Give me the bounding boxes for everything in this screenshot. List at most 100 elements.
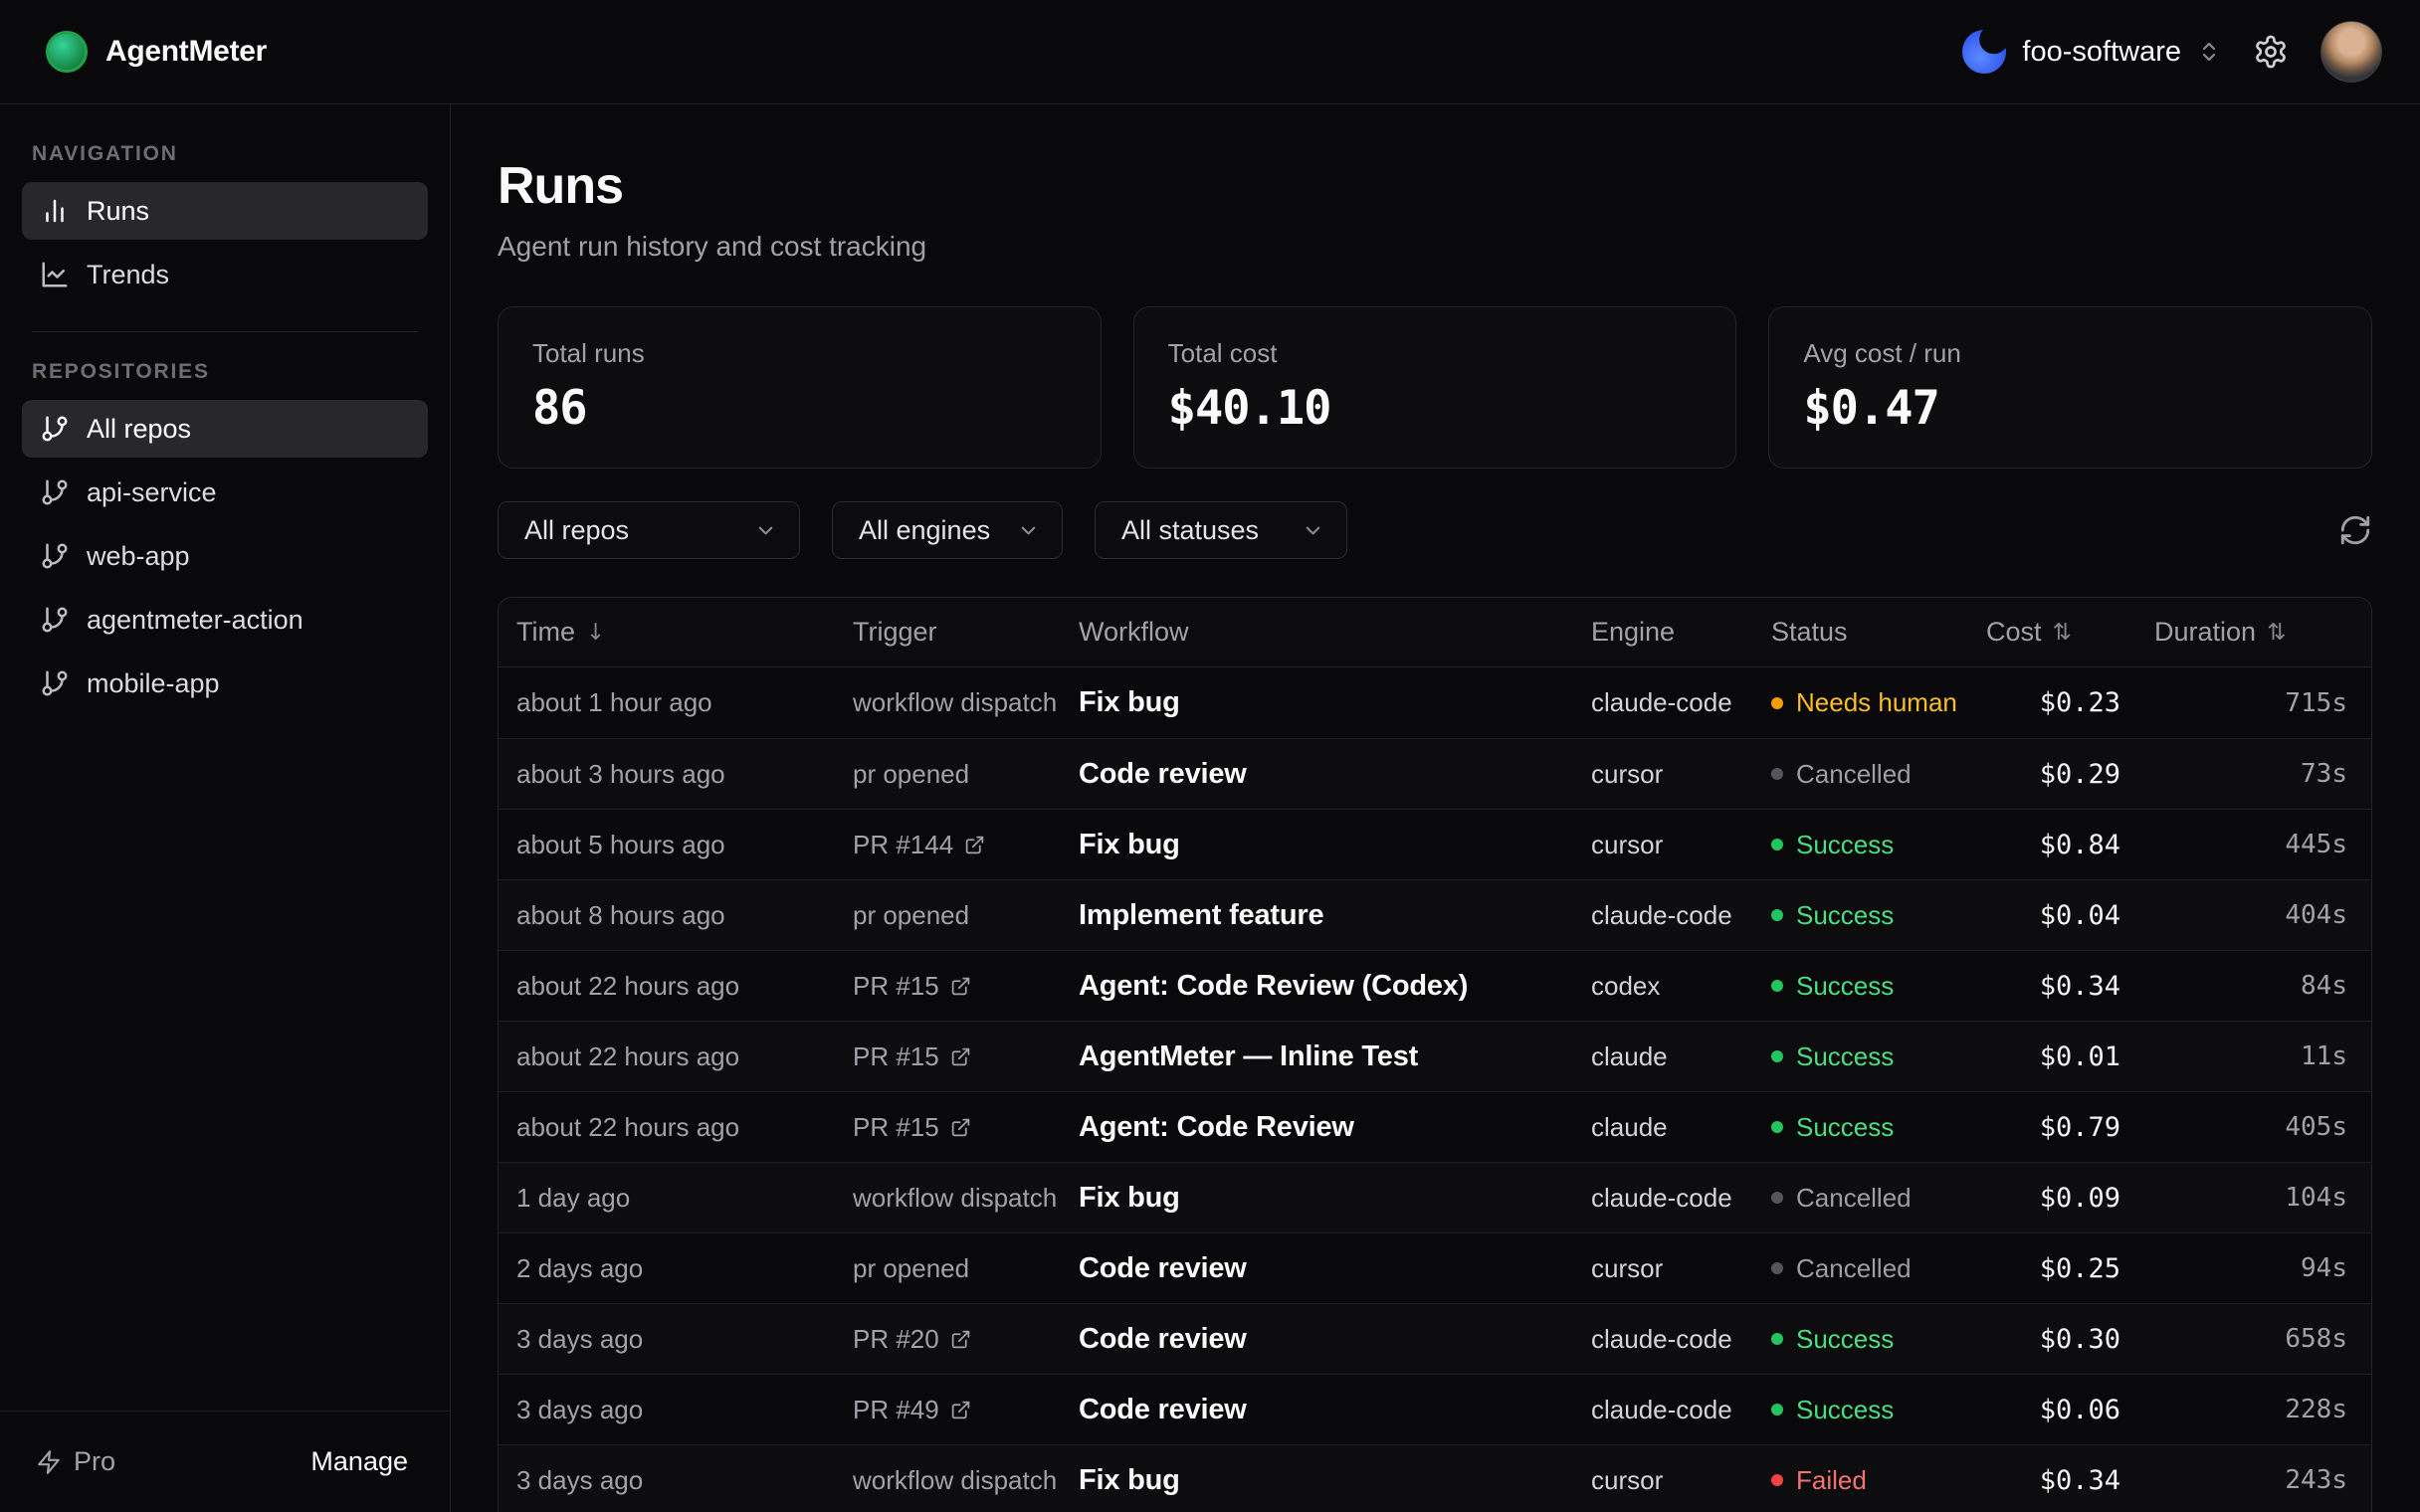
run-time: about 5 hours ago	[516, 830, 853, 860]
brand-home-link[interactable]: AgentMeter	[46, 31, 267, 73]
status-filter-select[interactable]: All statuses	[1095, 501, 1347, 559]
run-workflow: Code review	[1079, 758, 1591, 791]
table-row[interactable]: about 1 hour ago workflow dispatch Fix b…	[499, 667, 2371, 738]
table-row[interactable]: 3 days ago workflow dispatch Fix bug cur…	[499, 1444, 2371, 1512]
external-link-icon	[964, 835, 985, 855]
run-trigger[interactable]: PR #144	[853, 830, 1079, 860]
run-duration: 84s	[2154, 971, 2371, 1001]
status-label: Cancelled	[1796, 759, 1912, 790]
run-cost: $0.29	[1986, 759, 2154, 790]
table-row[interactable]: about 5 hours ago PR #144 Fix bug cursor…	[499, 809, 2371, 879]
run-engine: cursor	[1591, 830, 1771, 860]
run-time: about 22 hours ago	[516, 971, 853, 1002]
settings-button[interactable]	[2253, 34, 2289, 70]
run-workflow: Code review	[1079, 1252, 1591, 1285]
run-cost: $0.34	[1986, 971, 2154, 1002]
table-row[interactable]: 3 days ago PR #49 Code review claude-cod…	[499, 1374, 2371, 1444]
table-row[interactable]: about 22 hours ago PR #15 Agent: Code Re…	[499, 1091, 2371, 1162]
status-badge: Cancelled	[1771, 1253, 1986, 1284]
run-duration: 658s	[2154, 1324, 2371, 1354]
column-header-duration[interactable]: Duration ⇅	[2154, 617, 2371, 648]
column-header-engine: Engine	[1591, 617, 1771, 648]
status-label: Success	[1796, 1041, 1894, 1072]
run-cost: $0.25	[1986, 1253, 2154, 1284]
run-trigger[interactable]: PR #49	[853, 1395, 1079, 1425]
run-trigger-label: workflow dispatch	[853, 687, 1057, 718]
column-header-time[interactable]: Time ↓	[516, 617, 853, 648]
filters-row: All repos All engines All statuses	[498, 501, 2372, 559]
status-dot-icon	[1771, 1404, 1783, 1416]
sidebar-item-runs[interactable]: Runs	[22, 182, 428, 240]
run-time: about 3 hours ago	[516, 759, 853, 790]
table-row[interactable]: 3 days ago PR #20 Code review claude-cod…	[499, 1303, 2371, 1374]
topbar: AgentMeter foo-software	[0, 0, 2420, 104]
run-duration: 73s	[2154, 759, 2371, 789]
status-dot-icon	[1771, 1192, 1783, 1204]
column-header-status: Status	[1771, 617, 1986, 648]
run-trigger-label: workflow dispatch	[853, 1465, 1057, 1496]
run-workflow: Agent: Code Review (Codex)	[1079, 970, 1591, 1003]
user-avatar[interactable]	[2320, 21, 2382, 83]
sidebar-item-trends[interactable]: Trends	[22, 246, 428, 303]
run-engine: claude	[1591, 1112, 1771, 1143]
run-trigger[interactable]: PR #20	[853, 1324, 1079, 1355]
table-row[interactable]: about 22 hours ago PR #15 AgentMeter — I…	[499, 1021, 2371, 1091]
run-cost: $0.79	[1986, 1112, 2154, 1143]
sidebar-item-web-app[interactable]: web-app	[22, 527, 428, 585]
run-cost: $0.09	[1986, 1183, 2154, 1214]
column-header-workflow: Workflow	[1079, 617, 1591, 648]
run-engine: cursor	[1591, 1253, 1771, 1284]
run-trigger[interactable]: PR #15	[853, 1041, 1079, 1072]
run-workflow: Code review	[1079, 1394, 1591, 1426]
run-time: 3 days ago	[516, 1465, 853, 1496]
run-trigger: pr opened	[853, 759, 1079, 790]
status-label: Success	[1796, 1112, 1894, 1143]
run-cost: $0.34	[1986, 1465, 2154, 1496]
run-trigger[interactable]: PR #15	[853, 971, 1079, 1002]
run-engine: cursor	[1591, 759, 1771, 790]
run-trigger-label: PR #144	[853, 830, 953, 860]
org-avatar-icon	[1962, 30, 2006, 74]
sidebar-item-mobile-app[interactable]: mobile-app	[22, 655, 428, 712]
run-trigger: workflow dispatch	[853, 1183, 1079, 1214]
org-switcher[interactable]: foo-software	[1962, 30, 2221, 74]
run-engine: claude-code	[1591, 1395, 1771, 1425]
column-header-cost[interactable]: Cost ⇅	[1986, 617, 2154, 648]
run-cost: $0.30	[1986, 1324, 2154, 1355]
run-time: 3 days ago	[516, 1395, 853, 1425]
run-cost: $0.84	[1986, 830, 2154, 860]
sort-desc-icon: ↓	[586, 620, 605, 646]
gear-icon	[2253, 34, 2289, 70]
run-trigger-label: PR #15	[853, 971, 939, 1002]
sidebar: NAVIGATION Runs Trends REPOSITORIES All …	[0, 104, 451, 1512]
sidebar-item-agentmeter-action[interactable]: agentmeter-action	[22, 591, 428, 649]
table-row[interactable]: about 22 hours ago PR #15 Agent: Code Re…	[499, 950, 2371, 1021]
refresh-icon	[2338, 513, 2372, 547]
run-time: about 22 hours ago	[516, 1112, 853, 1143]
refresh-button[interactable]	[2338, 513, 2372, 547]
repo-filter-select[interactable]: All repos	[498, 501, 800, 559]
sidebar-item-label: mobile-app	[87, 668, 220, 699]
run-trigger: workflow dispatch	[853, 687, 1079, 718]
status-label: Failed	[1796, 1465, 1867, 1496]
table-row[interactable]: about 8 hours ago pr opened Implement fe…	[499, 879, 2371, 950]
table-row[interactable]: 1 day ago workflow dispatch Fix bug clau…	[499, 1162, 2371, 1232]
table-row[interactable]: about 3 hours ago pr opened Code review …	[499, 738, 2371, 809]
stat-card-total-cost: Total cost $40.10	[1133, 306, 1737, 469]
run-workflow: Code review	[1079, 1323, 1591, 1356]
run-workflow: Implement feature	[1079, 899, 1591, 932]
sidebar-item-api-service[interactable]: api-service	[22, 464, 428, 521]
sidebar-item-all-repos[interactable]: All repos	[22, 400, 428, 458]
brand-name: AgentMeter	[105, 35, 267, 69]
engine-filter-select[interactable]: All engines	[832, 501, 1063, 559]
run-trigger[interactable]: PR #15	[853, 1112, 1079, 1143]
manage-button[interactable]: Manage	[310, 1446, 408, 1477]
run-workflow: Fix bug	[1079, 1464, 1591, 1497]
table-row[interactable]: 2 days ago pr opened Code review cursor …	[499, 1232, 2371, 1303]
stat-card-total-runs: Total runs 86	[498, 306, 1102, 469]
run-duration: 445s	[2154, 830, 2371, 859]
stats-row: Total runs 86 Total cost $40.10 Avg cost…	[498, 306, 2372, 469]
run-duration: 243s	[2154, 1465, 2371, 1495]
run-duration: 404s	[2154, 900, 2371, 930]
run-engine: claude	[1591, 1041, 1771, 1072]
